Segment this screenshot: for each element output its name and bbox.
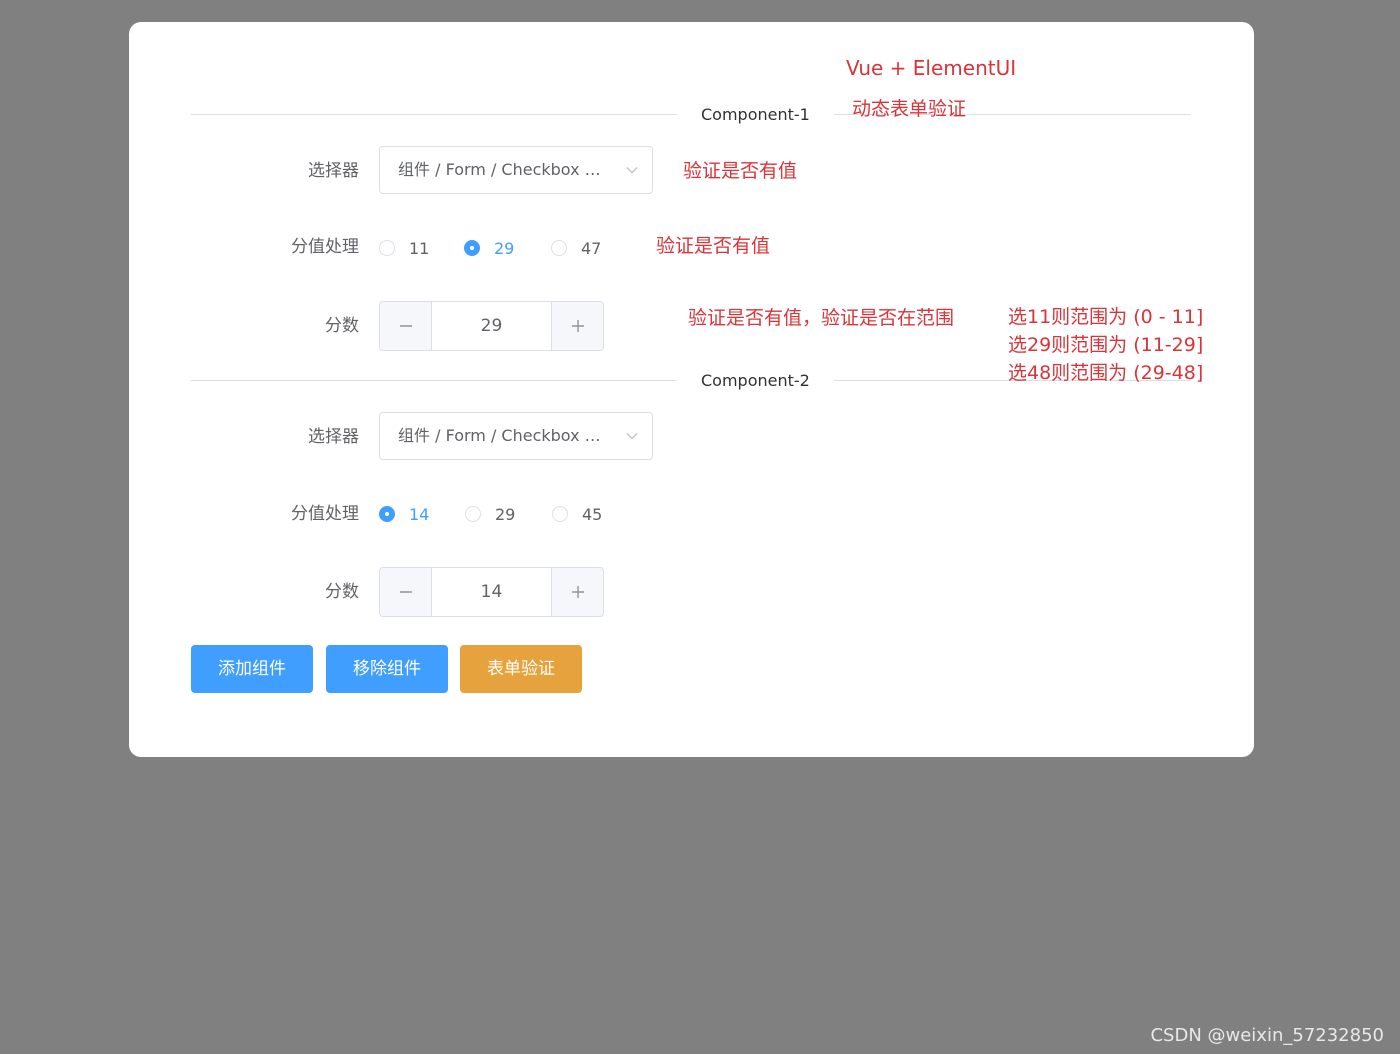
annotation-range-1: 选11则范围为 (0 - 11] [1008, 306, 1204, 328]
minus-icon [399, 325, 412, 327]
radio-circle [465, 506, 481, 522]
decrease-button[interactable] [380, 302, 432, 350]
annotation-range-2: 选29则范围为 (11-29] [1008, 334, 1204, 356]
annotation-select-note: 验证是否有值 [683, 160, 798, 182]
add-component-button[interactable]: 添加组件 [191, 645, 313, 693]
component-1-radio-47[interactable]: 47 [551, 233, 601, 263]
component-2-title: Component-2 [677, 369, 834, 393]
plus-icon [571, 320, 584, 332]
remove-component-button[interactable]: 移除组件 [326, 645, 448, 693]
score-label-1: 分数 [325, 316, 359, 336]
radio-label: 14 [409, 504, 430, 524]
form-card: Component-1 选择器 组件 / Form / Checkbox 多选框… [129, 22, 1254, 757]
score-label-2: 分数 [325, 582, 359, 602]
radio-circle [379, 506, 395, 522]
score-value[interactable]: 14 [432, 568, 551, 616]
watermark: CSDN @weixin_57232850 [1150, 1025, 1384, 1046]
validate-form-button[interactable]: 表单验证 [460, 645, 582, 693]
minus-icon [399, 591, 412, 593]
component-1-divider: Component-1 [191, 103, 1191, 127]
annotation-subtitle: 动态表单验证 [852, 98, 967, 120]
component-1-title: Component-1 [677, 103, 834, 127]
component-1-radio-11[interactable]: 11 [379, 233, 429, 263]
score-handling-label-1: 分值处理 [291, 237, 359, 257]
annotation-score-note: 验证是否有值，验证是否在范围 [688, 307, 955, 329]
radio-circle [552, 506, 568, 522]
score-handling-label-2: 分值处理 [291, 504, 359, 524]
annotation-radio-note: 验证是否有值 [656, 235, 771, 257]
component-1-score-input: 29 [379, 301, 604, 351]
component-2-select[interactable]: 组件 / Form / Checkbox 多选框 [379, 412, 653, 460]
component-2-radio-14[interactable]: 14 [379, 499, 429, 529]
increase-button[interactable] [551, 568, 603, 616]
increase-button[interactable] [551, 302, 603, 350]
radio-label: 47 [581, 238, 602, 258]
radio-label: 29 [494, 238, 515, 258]
chevron-down-icon [626, 433, 638, 440]
radio-circle [551, 240, 567, 256]
decrease-button[interactable] [380, 568, 432, 616]
select-value: 组件 / Form / Checkbox 多选框 [398, 160, 608, 179]
radio-circle [379, 240, 395, 256]
page: Component-1 选择器 组件 / Form / Checkbox 多选框… [0, 0, 1400, 1054]
radio-label: 45 [582, 504, 603, 524]
selector-label-2: 选择器 [308, 427, 359, 447]
annotation-range-3: 选48则范围为 (29-48] [1008, 362, 1204, 384]
radio-label: 11 [409, 238, 430, 258]
select-value: 组件 / Form / Checkbox 多选框 [398, 426, 608, 445]
component-2-score-input: 14 [379, 567, 604, 617]
component-1-radio-29[interactable]: 29 [464, 233, 514, 263]
component-2-radio-45[interactable]: 45 [552, 499, 602, 529]
annotation-title: Vue + ElementUI [846, 56, 1017, 80]
radio-label: 29 [495, 504, 516, 524]
component-2-radio-29[interactable]: 29 [465, 499, 515, 529]
chevron-down-icon [626, 167, 638, 174]
score-value[interactable]: 29 [432, 302, 551, 350]
radio-circle [464, 240, 480, 256]
plus-icon [571, 586, 584, 598]
component-1-select[interactable]: 组件 / Form / Checkbox 多选框 [379, 146, 653, 194]
selector-label-1: 选择器 [308, 161, 359, 181]
